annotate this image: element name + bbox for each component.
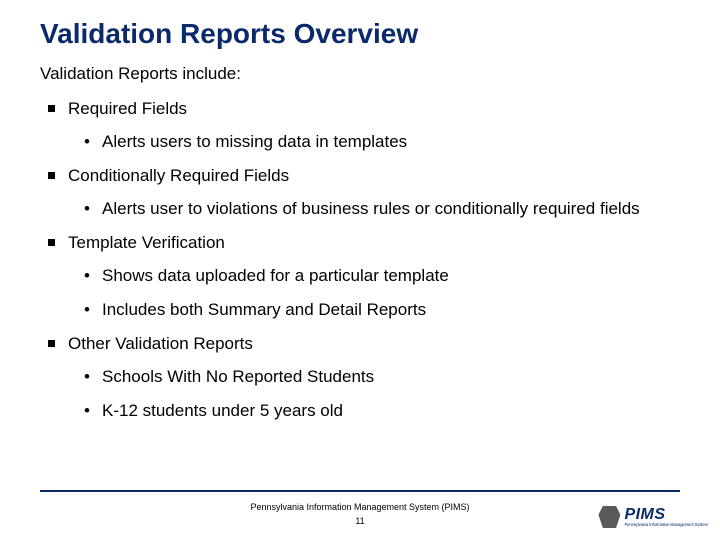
sub-list-item: Alerts user to violations of business ru… (82, 198, 680, 220)
keystone-icon (598, 506, 620, 528)
sub-list: Shows data uploaded for a particular tem… (82, 265, 680, 321)
list-item: Conditionally Required Fields Alerts use… (40, 165, 680, 220)
list-item: Required Fields Alerts users to missing … (40, 98, 680, 153)
logo-main: PIMS (624, 507, 708, 523)
logo-sub: Pennsylvania Information Management Syst… (624, 523, 708, 527)
intro-text: Validation Reports include: (40, 64, 680, 84)
logo-text: PIMS Pennsylvania Information Management… (624, 507, 708, 527)
sub-list-item: Schools With No Reported Students (82, 366, 680, 388)
sub-list-item: Includes both Summary and Detail Reports (82, 299, 680, 321)
list-item-label: Other Validation Reports (68, 334, 253, 353)
list-item-label: Required Fields (68, 99, 187, 118)
list-item-label: Conditionally Required Fields (68, 166, 289, 185)
footer-divider (40, 490, 680, 492)
list-item: Other Validation Reports Schools With No… (40, 333, 680, 422)
list-item: Template Verification Shows data uploade… (40, 232, 680, 321)
bullet-list: Required Fields Alerts users to missing … (40, 98, 680, 422)
list-item-label: Template Verification (68, 233, 225, 252)
sub-list: Alerts users to missing data in template… (82, 131, 680, 153)
sub-list-item: Alerts users to missing data in template… (82, 131, 680, 153)
slide: Validation Reports Overview Validation R… (0, 0, 720, 540)
slide-title: Validation Reports Overview (40, 18, 680, 50)
pims-logo: PIMS Pennsylvania Information Management… (598, 506, 708, 528)
sub-list: Schools With No Reported Students K-12 s… (82, 366, 680, 422)
sub-list: Alerts user to violations of business ru… (82, 198, 680, 220)
sub-list-item: K-12 students under 5 years old (82, 400, 680, 422)
sub-list-item: Shows data uploaded for a particular tem… (82, 265, 680, 287)
